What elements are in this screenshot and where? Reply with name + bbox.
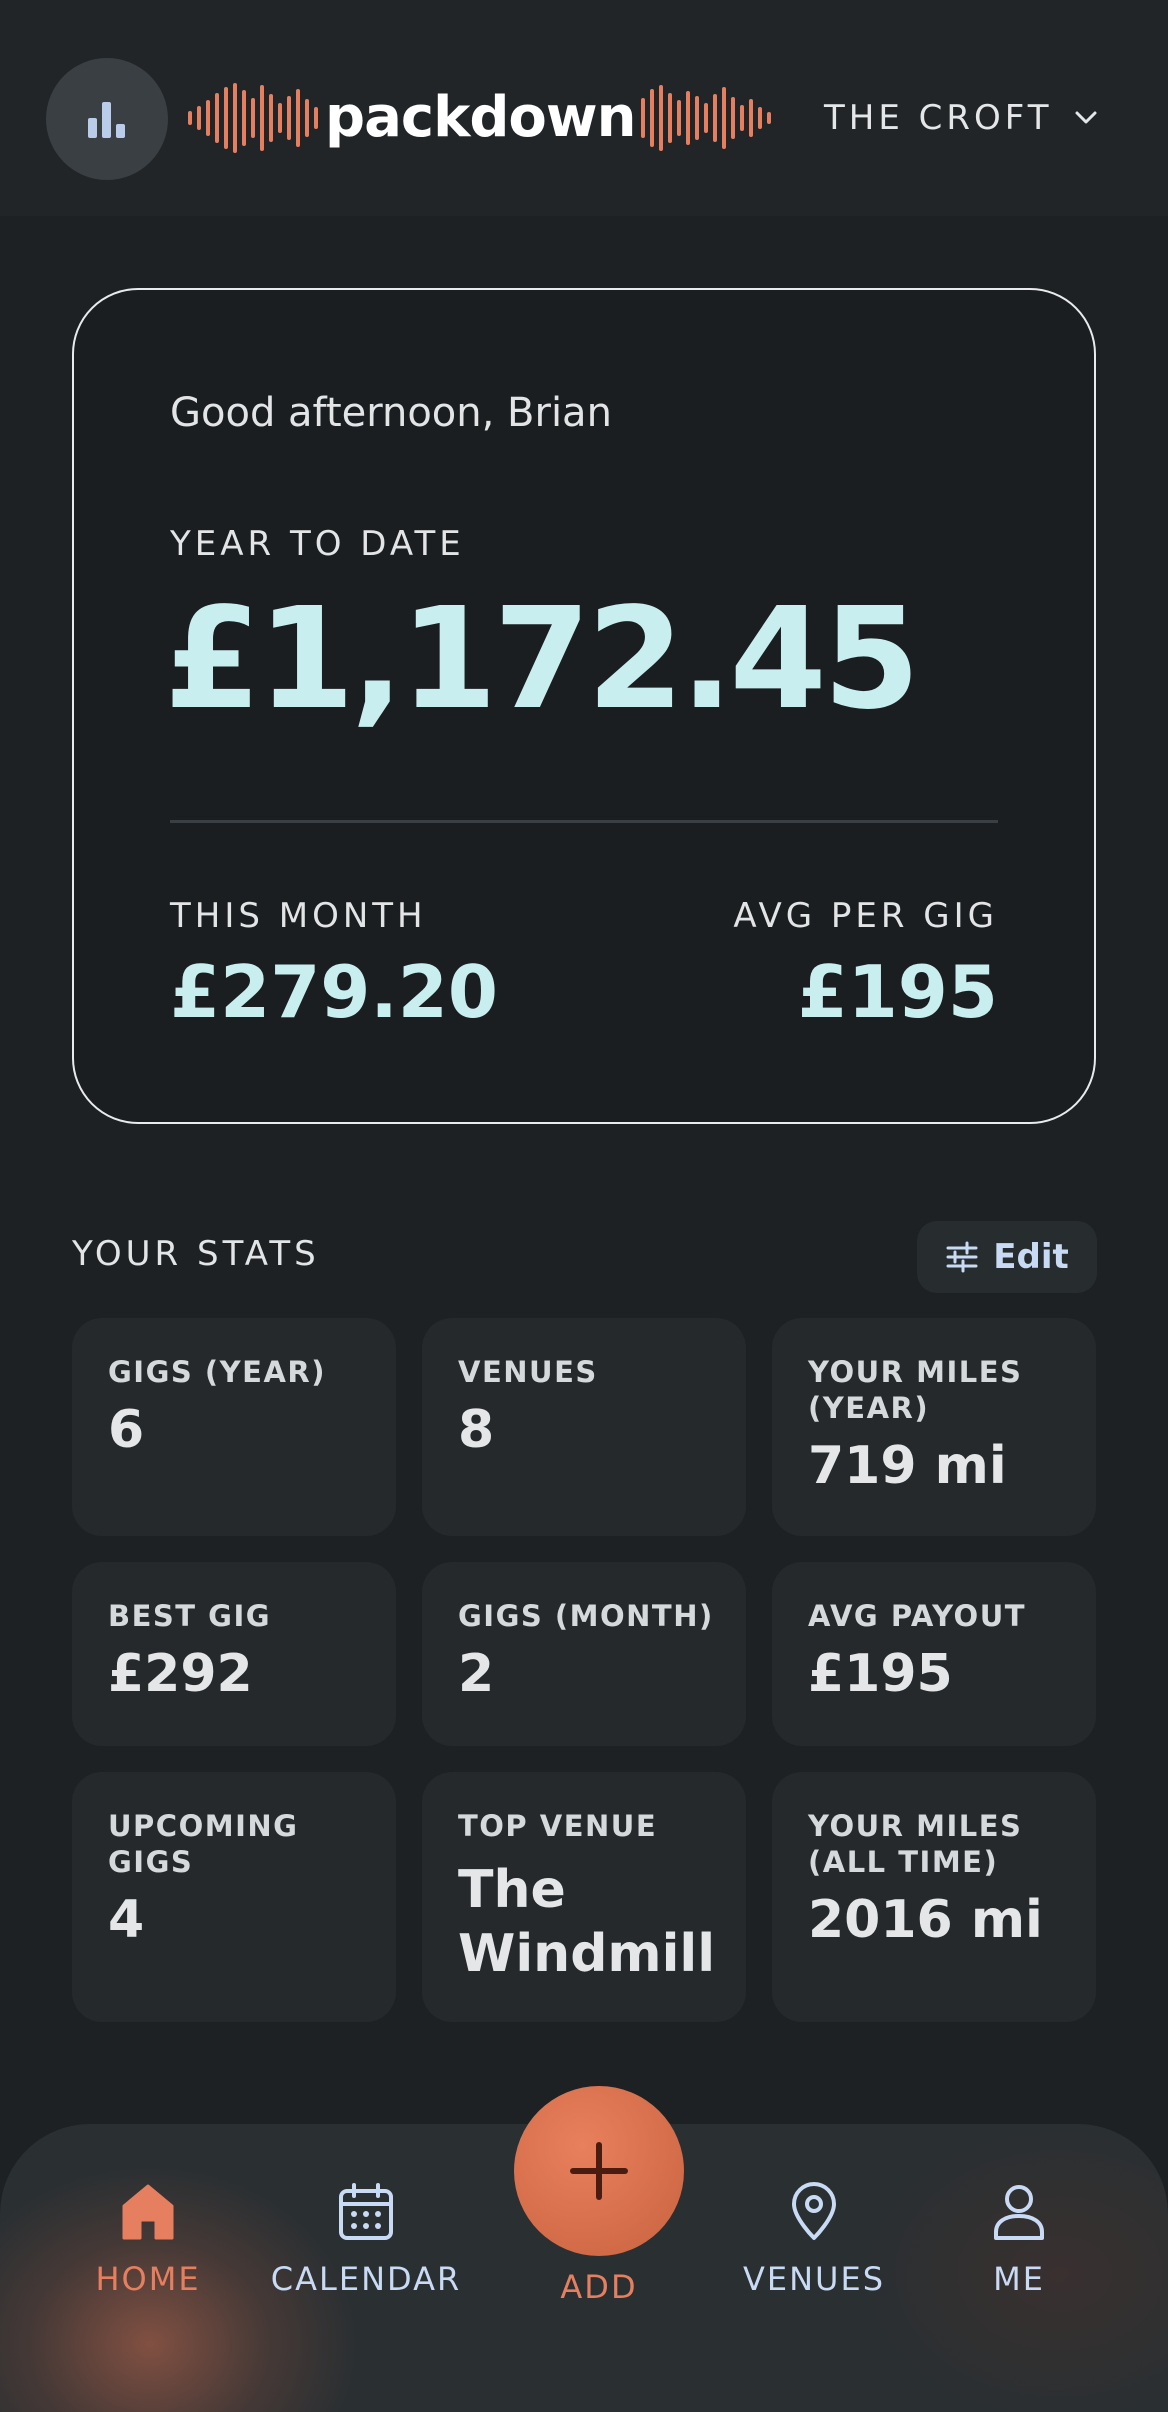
wave-bar xyxy=(686,91,691,145)
wave-bar xyxy=(749,99,754,137)
venue-selector[interactable]: THE CROFT xyxy=(824,88,1100,148)
nav-calendar-label: CALENDAR xyxy=(270,2260,462,2298)
home-icon xyxy=(122,2184,174,2240)
stat-tile-best-gig[interactable]: BEST GIG £292 xyxy=(72,1562,396,1746)
venue-selector-label: THE CROFT xyxy=(824,98,1053,138)
nav-me-label: ME xyxy=(993,2260,1045,2298)
wave-bar xyxy=(269,94,273,142)
edit-stats-button[interactable]: Edit xyxy=(917,1221,1097,1293)
stat-label: YOUR MILES (ALL TIME) xyxy=(808,1809,1023,1879)
wave-bar xyxy=(287,96,291,140)
edit-label: Edit xyxy=(993,1237,1069,1277)
stat-value: £292 xyxy=(108,1644,253,1704)
plus-icon xyxy=(570,2142,628,2200)
wave-bar xyxy=(233,83,237,153)
wave-bar xyxy=(260,85,264,151)
stat-label: UPCOMING GIGS xyxy=(108,1809,299,1879)
stat-value: 8 xyxy=(458,1400,495,1460)
wave-bar xyxy=(278,103,282,133)
avg-per-gig-label: AVG PER GIG xyxy=(733,896,998,936)
stat-label: VENUES xyxy=(458,1355,598,1389)
wave-bar xyxy=(704,103,709,133)
wave-bar xyxy=(188,111,192,125)
stat-value: The Windmill xyxy=(458,1860,716,1984)
location-pin-icon xyxy=(792,2182,836,2240)
add-label: ADD xyxy=(560,2268,638,2306)
stat-value: 2016 mi xyxy=(808,1890,1043,1950)
add-gig-button[interactable] xyxy=(514,2086,684,2256)
stat-tile-gigs-year[interactable]: GIGS (YEAR) 6 xyxy=(72,1318,396,1536)
stat-value: 4 xyxy=(108,1890,145,1950)
wave-bar xyxy=(242,90,246,146)
ytd-label: YEAR TO DATE xyxy=(170,524,465,564)
stats-button[interactable] xyxy=(46,58,168,180)
stat-tile-avg-payout[interactable]: AVG PAYOUT £195 xyxy=(772,1562,1096,1746)
greeting: Good afternoon, Brian xyxy=(170,390,612,436)
nav-me[interactable]: ME xyxy=(974,2182,1064,2298)
stat-label: GIGS (MONTH) xyxy=(458,1599,714,1633)
bar-chart-icon xyxy=(88,102,125,138)
packdown-logo: packdown xyxy=(188,78,804,158)
wave-bar xyxy=(305,99,309,137)
stat-label: BEST GIG xyxy=(108,1599,272,1633)
nav-venues[interactable]: VENUES xyxy=(743,2182,885,2298)
wave-bar xyxy=(767,112,772,124)
logo-wave-right xyxy=(641,78,776,158)
stat-tile-miles-year[interactable]: YOUR MILES (YEAR) 719 mi xyxy=(772,1318,1096,1536)
stat-value: 6 xyxy=(108,1400,145,1460)
wave-bar xyxy=(641,98,646,138)
stat-tile-venues[interactable]: VENUES 8 xyxy=(422,1318,746,1536)
wave-bar xyxy=(224,87,228,149)
sliders-icon xyxy=(946,1241,978,1273)
wave-bar xyxy=(197,106,201,130)
stat-tile-upcoming-gigs[interactable]: UPCOMING GIGS 4 xyxy=(72,1772,396,2022)
wave-bar xyxy=(731,97,736,139)
nav-venues-label: VENUES xyxy=(743,2260,885,2298)
month-label: THIS MONTH xyxy=(170,896,427,936)
ytd-value: £1,172.45 xyxy=(164,578,920,741)
divider xyxy=(170,820,998,823)
app-header: packdown THE CROFT xyxy=(0,0,1168,216)
nav-calendar[interactable]: CALENDAR xyxy=(271,2182,459,2298)
stat-label: TOP VENUE xyxy=(458,1809,658,1843)
nav-home[interactable]: HOME xyxy=(90,2182,206,2298)
stat-label: GIGS (YEAR) xyxy=(108,1355,326,1389)
nav-home-label: HOME xyxy=(95,2260,201,2298)
wave-bar xyxy=(677,100,682,136)
stat-label: YOUR MILES (YEAR) xyxy=(808,1355,1023,1425)
stat-tile-miles-all-time[interactable]: YOUR MILES (ALL TIME) 2016 mi xyxy=(772,1772,1096,2022)
chevron-down-icon xyxy=(1075,111,1097,124)
wave-bar xyxy=(695,96,700,140)
stat-tile-gigs-month[interactable]: GIGS (MONTH) 2 xyxy=(422,1562,746,1746)
wave-bar xyxy=(740,105,745,131)
wave-bar xyxy=(314,107,318,129)
wave-bar xyxy=(215,93,219,143)
stats-title: YOUR STATS xyxy=(72,1234,320,1274)
wave-bar xyxy=(650,89,655,147)
logo-text: packdown xyxy=(325,85,636,150)
wave-bar xyxy=(722,87,727,149)
wave-bar xyxy=(296,89,300,147)
stat-value: 2 xyxy=(458,1644,495,1704)
month-value: £279.20 xyxy=(170,950,498,1034)
wave-bar xyxy=(758,107,763,129)
earnings-summary-card: Good afternoon, Brian YEAR TO DATE £1,17… xyxy=(72,288,1096,1124)
wave-bar xyxy=(206,100,210,136)
logo-wave-left xyxy=(188,78,323,158)
calendar-icon xyxy=(339,2183,393,2240)
stat-label: AVG PAYOUT xyxy=(808,1599,1027,1633)
stat-value: £195 xyxy=(808,1644,953,1704)
wave-bar xyxy=(713,94,718,142)
user-icon xyxy=(994,2185,1044,2240)
wave-bar xyxy=(251,98,255,138)
stat-value: 719 mi xyxy=(808,1436,1007,1496)
wave-bar xyxy=(668,93,673,143)
wave-bar xyxy=(659,85,664,151)
stat-tile-top-venue[interactable]: TOP VENUE The Windmill xyxy=(422,1772,746,2022)
avg-per-gig-value: £195 xyxy=(797,950,998,1034)
